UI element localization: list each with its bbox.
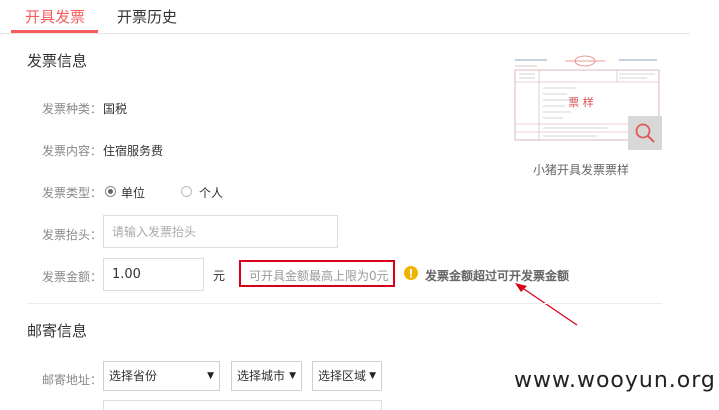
invoice-amount-input[interactable] bbox=[103, 258, 204, 291]
tab-bar: 开具发票 开票历史 bbox=[0, 0, 690, 34]
section-divider bbox=[27, 303, 662, 304]
chevron-down-icon: ▼ bbox=[369, 371, 376, 381]
invoice-category-label: 发票种类： bbox=[42, 102, 103, 116]
invoice-header-input[interactable] bbox=[103, 215, 338, 248]
limit-hint-text: 可开具金额最高上限为0元 bbox=[249, 269, 389, 283]
mail-section-title: 邮寄信息 bbox=[27, 322, 88, 340]
mail-address-label: 邮寄地址： bbox=[42, 373, 103, 387]
district-select-value: 选择区域 bbox=[318, 369, 367, 383]
active-tab-indicator bbox=[11, 30, 98, 33]
invoice-sample-caption: 小猪开具发票票样 bbox=[533, 163, 630, 177]
city-select-value: 选择城市 bbox=[237, 369, 286, 383]
invoice-content-label: 发票内容： bbox=[42, 144, 103, 158]
tab-issue-invoice[interactable]: 开具发票 bbox=[25, 7, 85, 27]
invoice-amount-label: 发票金额： bbox=[42, 270, 103, 284]
invoice-content-value: 住宿服务费 bbox=[103, 144, 164, 158]
invoice-category-value: 国税 bbox=[103, 102, 128, 116]
chevron-down-icon: ▼ bbox=[207, 371, 214, 381]
sample-stamp-text: 票 样 bbox=[568, 95, 594, 109]
province-select-value: 选择省份 bbox=[109, 369, 158, 383]
radio-individual-label[interactable]: 个人 bbox=[199, 184, 223, 201]
warning-icon bbox=[404, 266, 418, 280]
magnifier-icon bbox=[635, 123, 655, 143]
street-address-input[interactable] bbox=[103, 400, 382, 410]
city-select[interactable]: 选择城市 ▼ bbox=[231, 361, 302, 391]
watermark-text: www.wooyun.org bbox=[514, 368, 716, 393]
district-select[interactable]: 选择区域 ▼ bbox=[312, 361, 382, 391]
radio-company[interactable] bbox=[105, 186, 116, 197]
radio-company-label[interactable]: 单位 bbox=[121, 184, 145, 201]
amount-unit: 元 bbox=[213, 269, 226, 283]
limit-hint-highlight: 可开具金额最高上限为0元 bbox=[239, 260, 395, 287]
invoice-section-title: 发票信息 bbox=[27, 52, 88, 70]
invoice-type-label: 发票类型： bbox=[42, 186, 103, 200]
chevron-down-icon: ▼ bbox=[289, 371, 296, 381]
radio-individual[interactable] bbox=[181, 186, 192, 197]
zoom-button[interactable] bbox=[628, 116, 662, 150]
tab-invoice-history[interactable]: 开票历史 bbox=[117, 7, 177, 27]
province-select[interactable]: 选择省份 ▼ bbox=[103, 361, 220, 391]
invoice-header-label: 发票抬头： bbox=[42, 228, 103, 242]
